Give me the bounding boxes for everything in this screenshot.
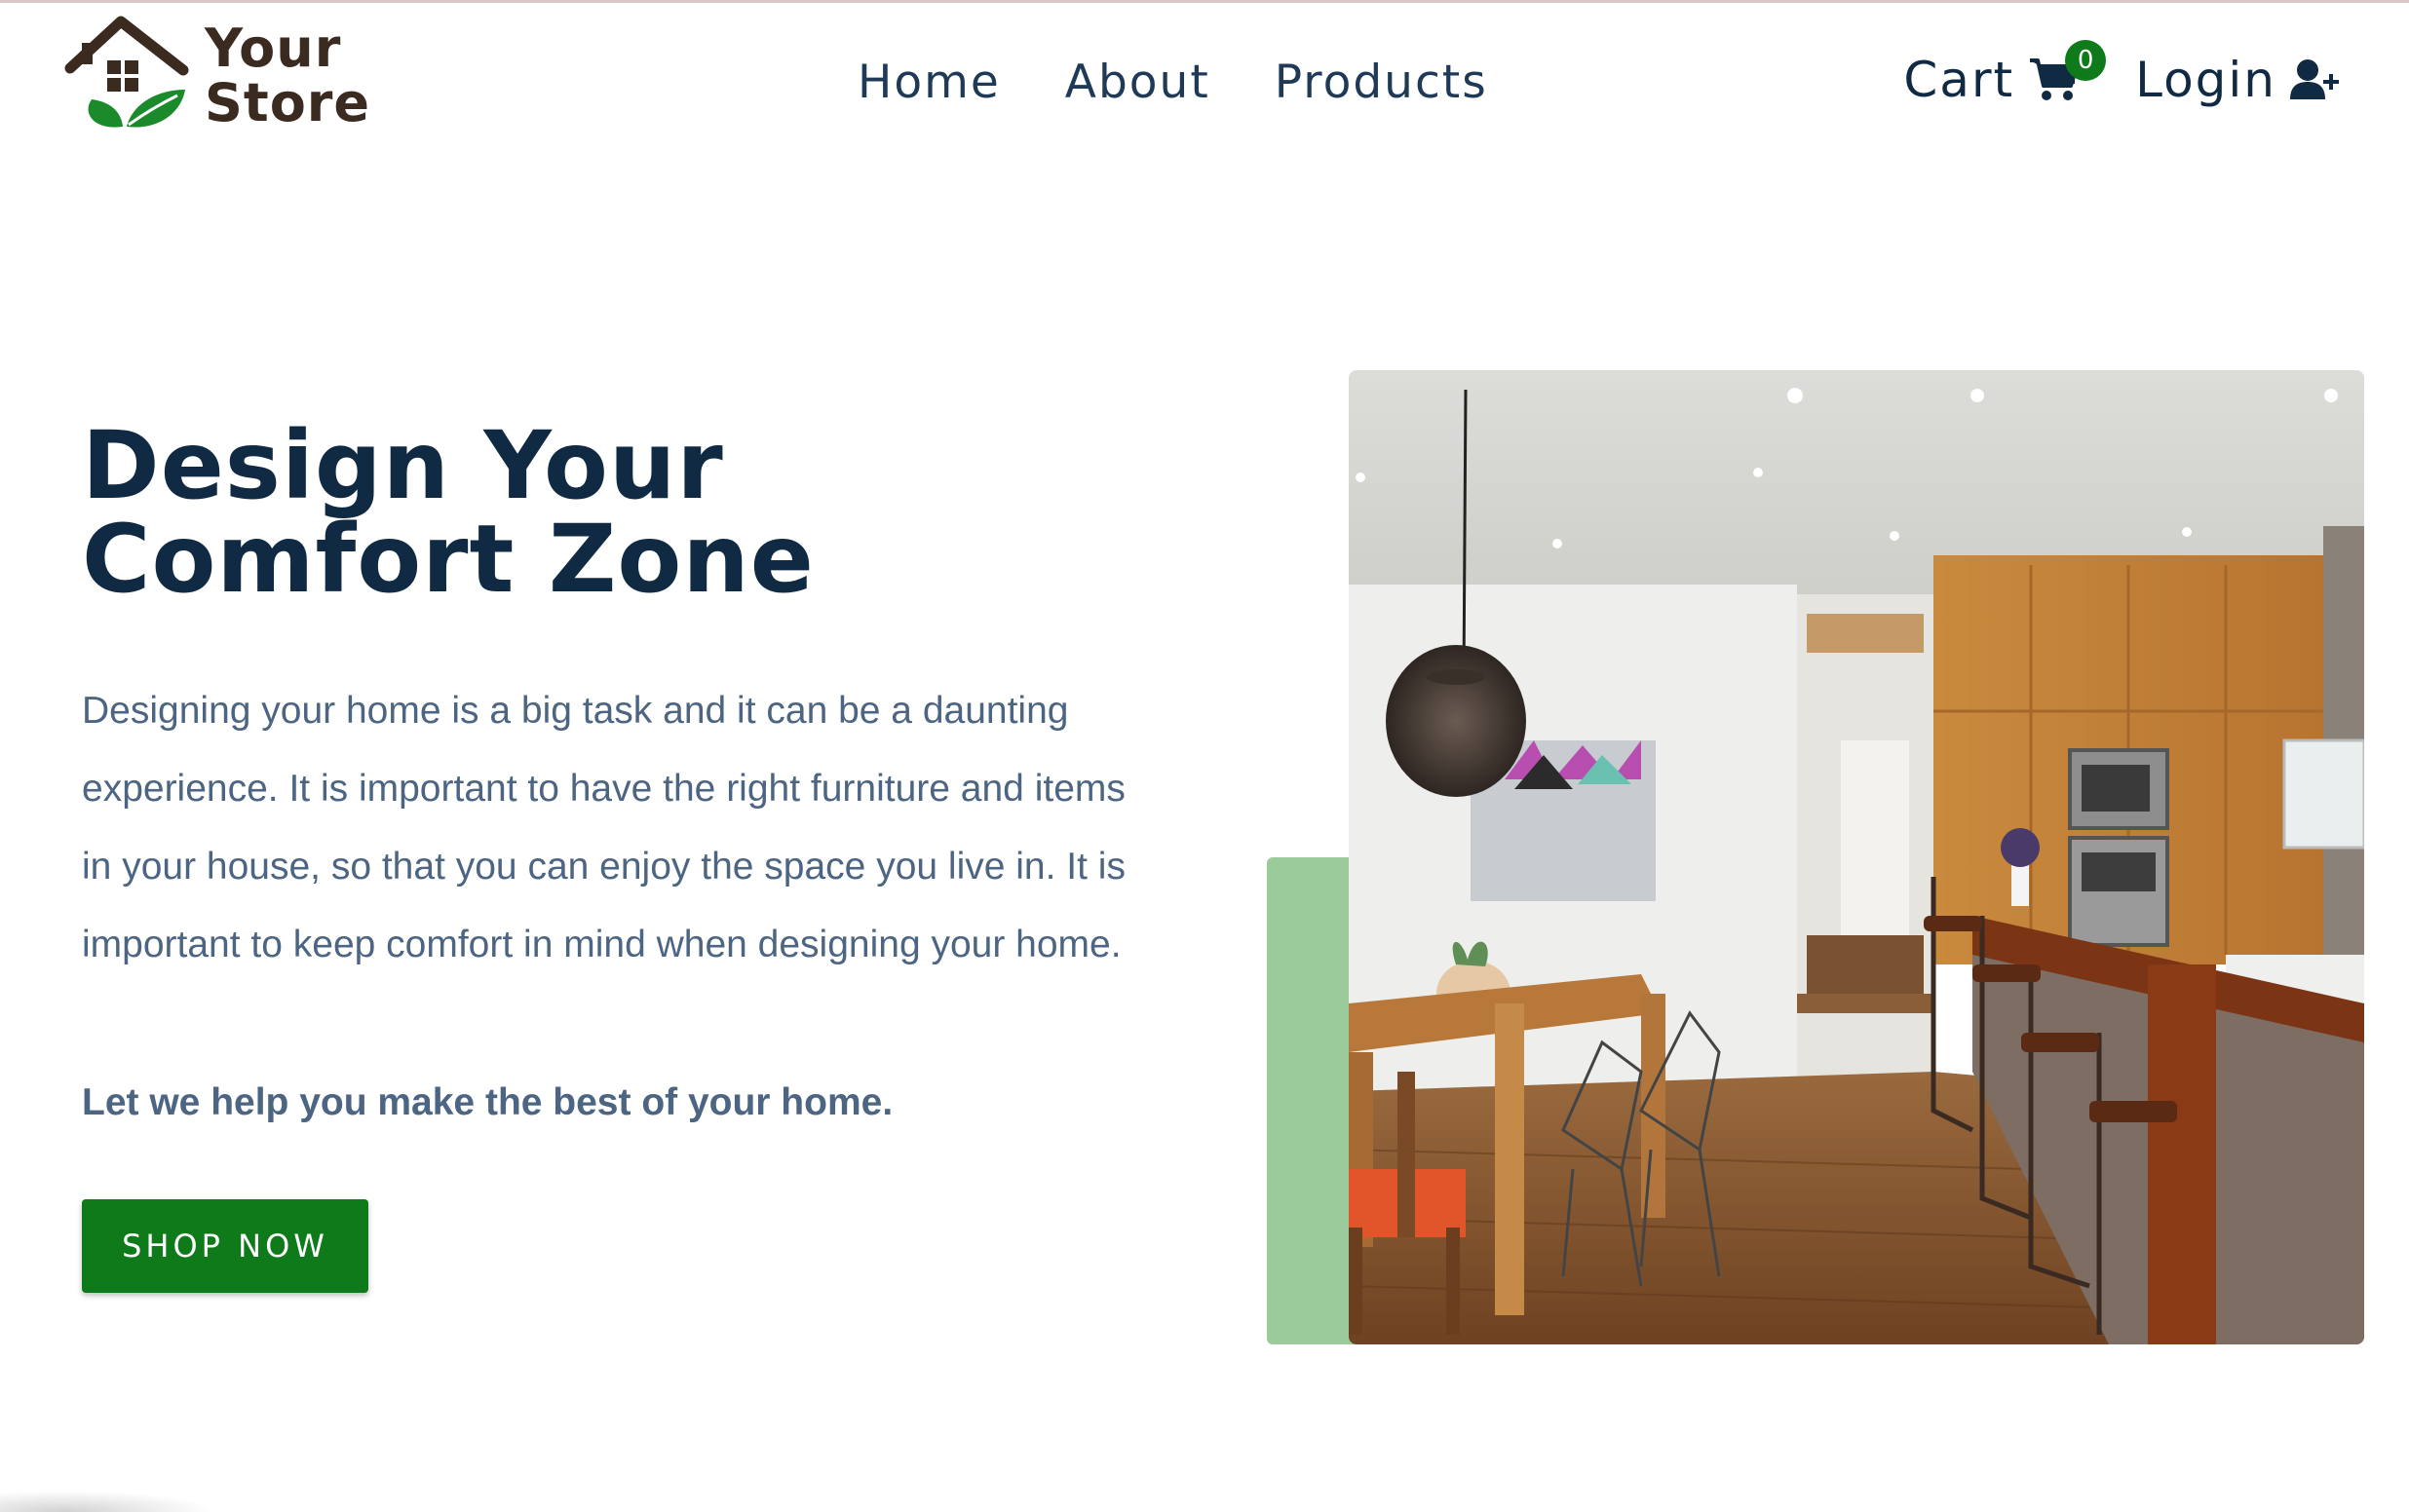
logo[interactable]: Your Store xyxy=(64,12,396,138)
brand-line1: Your xyxy=(205,18,342,79)
kitchen-interior-illustration xyxy=(1349,370,2364,1344)
hero-tagline: Let we help you make the best of your ho… xyxy=(82,1081,894,1123)
hero-title: Design Your Comfort Zone xyxy=(82,419,959,606)
nav-home-link[interactable]: Home xyxy=(858,49,1001,117)
hero-image xyxy=(1349,370,2364,1344)
house-leaf-logo-icon xyxy=(64,16,189,128)
login-button[interactable]: Login xyxy=(2135,52,2341,108)
hero-title-line2: Comfort Zone xyxy=(82,505,815,614)
cart-count-badge: 0 xyxy=(2065,40,2107,81)
cart-button[interactable]: Cart 0 xyxy=(1903,40,2107,108)
cart-label: Cart xyxy=(1903,52,2015,108)
hero-description: Designing your home is a big task and it… xyxy=(82,690,1126,965)
nav-actions: Cart 0 Login xyxy=(1903,40,2341,119)
shop-now-button[interactable]: SHOP NOW xyxy=(82,1199,368,1293)
login-label: Login xyxy=(2135,52,2276,108)
main-nav: Home About Products xyxy=(858,49,1552,117)
top-border xyxy=(0,0,2409,3)
brand-line2: Store xyxy=(205,72,371,133)
corner-shadow xyxy=(0,1491,214,1512)
user-plus-icon xyxy=(2290,59,2339,99)
nav-products-link[interactable]: Products xyxy=(1275,49,1488,117)
nav-about-link[interactable]: About xyxy=(1065,49,1210,117)
